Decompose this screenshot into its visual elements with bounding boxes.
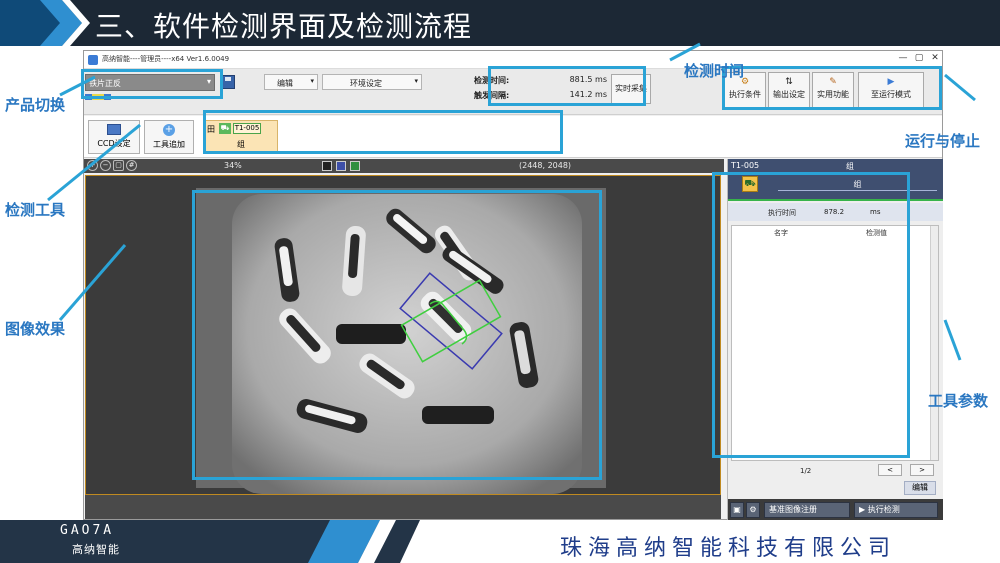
annotation-detect-time: 检测时间 xyxy=(684,62,745,80)
company-logo: GAO7A xyxy=(60,523,115,538)
annotation-tool-params: 工具参数 xyxy=(928,392,989,410)
annotation-leaders xyxy=(47,42,976,361)
annotation-run-stop: 运行与停止 xyxy=(905,132,981,150)
annotation-product-switch: 产品切换 xyxy=(5,96,66,114)
slide: 三、软件检测界面及检测流程 高纳智能----管理员----x64 Ver1.6.… xyxy=(0,0,1000,563)
annotation-detect-tool: 检测工具 xyxy=(5,201,66,219)
company-logo-cn: 高纳智能 xyxy=(72,543,120,556)
company-name: 珠海高纳智能科技有限公司 xyxy=(560,536,897,561)
annotation-image-effect: 图像效果 xyxy=(5,320,66,338)
